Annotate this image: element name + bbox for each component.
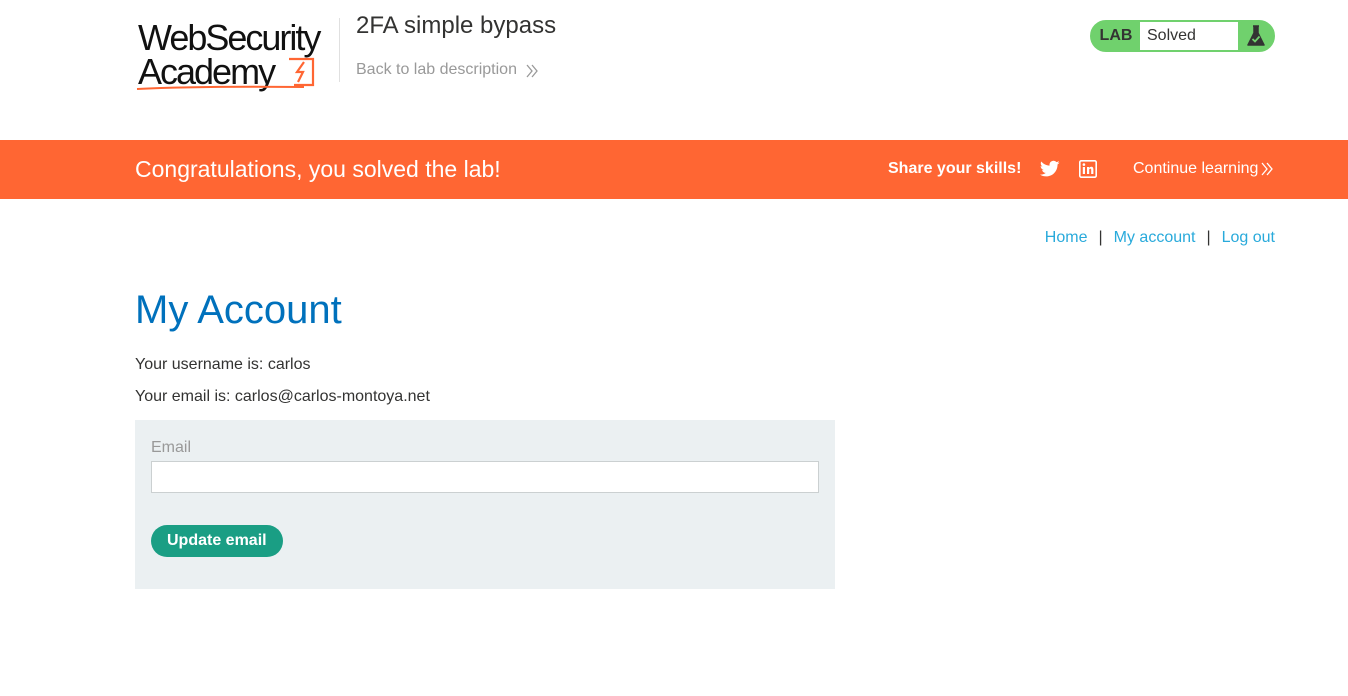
lab-status-text: Solved — [1140, 22, 1238, 50]
web-security-academy-logo[interactable]: WebSecurity Academy — [136, 16, 340, 92]
username-info: Your username is: carlos — [135, 356, 311, 373]
nav-home-link[interactable]: Home — [1045, 229, 1088, 247]
header-divider — [339, 18, 340, 82]
nav-log-out-link[interactable]: Log out — [1222, 229, 1275, 247]
twitter-share-button[interactable] — [1039, 160, 1060, 183]
solved-banner: Congratulations, you solved the lab! Sha… — [0, 140, 1348, 199]
lab-title: 2FA simple bypass — [356, 12, 557, 39]
flask-icon — [1238, 22, 1273, 50]
back-link-label: Back to lab description — [356, 61, 517, 78]
continue-learning-link[interactable]: Continue learning — [1133, 160, 1274, 178]
change-email-form: Email Update email — [135, 420, 835, 589]
congratulations-message: Congratulations, you solved the lab! — [135, 156, 501, 182]
nav-separator: | — [1206, 229, 1211, 246]
share-skills-label: Share your skills! — [888, 160, 1022, 177]
double-chevron-right-icon — [526, 64, 538, 77]
lab-status-widget: LAB Solved — [1090, 20, 1275, 52]
lab-status-tag: LAB — [1099, 27, 1133, 44]
linkedin-share-button[interactable] — [1079, 160, 1097, 183]
back-to-lab-description-link[interactable]: Back to lab description — [356, 61, 539, 79]
account-nav: Home | My account | Log out — [1045, 229, 1275, 247]
double-chevron-right-icon — [1261, 162, 1274, 176]
nav-separator: | — [1098, 229, 1103, 246]
twitter-icon — [1039, 160, 1060, 177]
page-header: WebSecurity Academy 2FA simple bypass Ba… — [0, 0, 1348, 140]
update-email-button[interactable]: Update email — [151, 525, 283, 557]
linkedin-icon — [1079, 160, 1097, 178]
email-info: Your email is: carlos@carlos-montoya.net — [135, 388, 430, 405]
continue-learning-label: Continue learning — [1133, 160, 1259, 177]
nav-my-account-link[interactable]: My account — [1114, 229, 1196, 247]
email-label: Email — [151, 439, 192, 456]
page-title: My Account — [135, 288, 342, 332]
email-input[interactable] — [151, 461, 819, 493]
logo-underline — [136, 85, 305, 90]
